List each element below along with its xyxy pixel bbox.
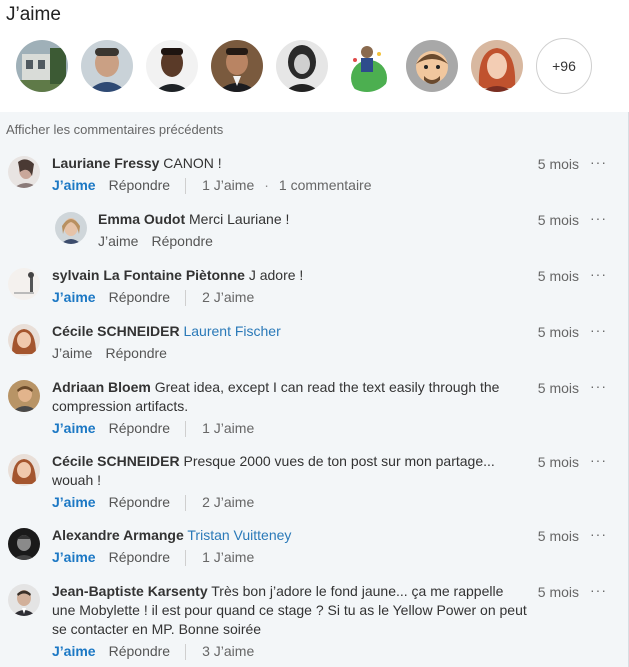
like-button[interactable]: J’aime <box>52 493 96 512</box>
like-count[interactable]: 2 J’aime <box>202 288 254 307</box>
comment-actions: J’aime Répondre 1 J’aime <box>52 548 522 567</box>
liker-avatar-3[interactable] <box>146 40 198 92</box>
comment-text: J adore ! <box>248 267 304 283</box>
comment-time: 5 mois <box>537 528 579 544</box>
like-button[interactable]: J’aime <box>52 548 96 567</box>
dot-separator: · <box>264 177 269 193</box>
comment-author[interactable]: Cécile SCHNEIDER <box>52 453 180 469</box>
more-options-icon[interactable]: ··· <box>590 210 607 226</box>
comment-actions: J’aime Répondre 3 J’aime <box>52 642 530 661</box>
comment-actions: J’aime Répondre 2 J’aime <box>52 493 530 512</box>
separator <box>185 643 187 660</box>
commenter-avatar[interactable] <box>8 380 40 412</box>
likers-avatar-row: +96 <box>16 38 592 94</box>
like-count[interactable]: 1 J’aime <box>202 176 254 195</box>
comment-actions: J’aime Répondre 2 J’aime <box>52 288 522 307</box>
liker-avatar-8[interactable] <box>471 40 523 92</box>
commenter-avatar[interactable] <box>8 156 40 188</box>
like-button[interactable]: J’aime <box>52 419 96 438</box>
more-options-icon[interactable]: ··· <box>590 452 607 468</box>
more-options-icon[interactable]: ··· <box>590 378 607 394</box>
reply-button[interactable]: Répondre <box>109 642 171 661</box>
like-button[interactable]: J’aime <box>52 344 92 363</box>
reply-button[interactable]: Répondre <box>109 419 171 438</box>
comment-content: sylvain La Fontaine Piètonne J adore ! J… <box>52 266 522 307</box>
comment-author[interactable]: Emma Oudot <box>98 211 185 227</box>
comment-time: 5 mois <box>537 324 579 340</box>
comment-text: Merci Lauriane ! <box>189 211 290 227</box>
liker-avatar-1[interactable] <box>16 40 68 92</box>
comment-author[interactable]: Adriaan Bloem <box>52 379 151 395</box>
like-button[interactable]: J’aime <box>98 232 138 251</box>
comment-time: 5 mois <box>537 380 579 396</box>
reply-button[interactable]: Répondre <box>109 288 171 307</box>
like-button[interactable]: J’aime <box>52 176 96 195</box>
more-options-icon[interactable]: ··· <box>590 266 607 282</box>
comment-actions: J’aime Répondre <box>52 344 522 363</box>
commenter-avatar[interactable] <box>8 454 40 486</box>
reply-button[interactable]: Répondre <box>109 176 171 195</box>
comment-content: Jean-Baptiste Karsenty Très bon j’adore … <box>52 582 530 661</box>
comments-panel: Afficher les commentaires précédents Lau… <box>0 112 629 667</box>
commenter-avatar[interactable] <box>8 584 40 616</box>
comment-actions: J’aime Répondre 1 J’aime · 1 commentaire <box>52 176 522 195</box>
commenter-avatar[interactable] <box>55 212 87 244</box>
comment-content: Adriaan Bloem Great idea, except I can r… <box>52 378 522 438</box>
comment-content: Cécile SCHNEIDER Laurent Fischer J’aime … <box>52 322 522 363</box>
reply-button[interactable]: Répondre <box>151 232 213 251</box>
comment-time: 5 mois <box>537 156 579 172</box>
commenter-avatar[interactable] <box>8 528 40 560</box>
liker-avatar-4[interactable] <box>211 40 263 92</box>
comment-content: Alexandre Armange Tristan Vuitteney J’ai… <box>52 526 522 567</box>
comment-actions: J’aime Répondre 1 J’aime <box>52 419 522 438</box>
liker-avatar-6[interactable] <box>341 40 393 92</box>
like-count[interactable]: 2 J’aime <box>202 493 254 512</box>
like-button[interactable]: J’aime <box>52 288 96 307</box>
separator <box>185 177 187 194</box>
mention-link[interactable]: Tristan Vuitteney <box>187 527 291 543</box>
comment-content: Lauriane Fressy CANON ! J’aime Répondre … <box>52 154 522 195</box>
like-count[interactable]: 3 J’aime <box>202 642 254 661</box>
liker-avatar-5[interactable] <box>276 40 328 92</box>
reply-button[interactable]: Répondre <box>109 548 171 567</box>
comment-time: 5 mois <box>537 584 579 600</box>
more-options-icon[interactable]: ··· <box>590 154 607 170</box>
separator <box>185 549 187 566</box>
more-options-icon[interactable]: ··· <box>590 322 607 338</box>
comment-author[interactable]: Alexandre Armange <box>52 527 184 543</box>
comment-content: Cécile SCHNEIDER Presque 2000 vues de to… <box>52 452 530 512</box>
reply-button[interactable]: Répondre <box>105 344 167 363</box>
more-likers-button[interactable]: +96 <box>536 38 592 94</box>
comment-time: 5 mois <box>537 212 579 228</box>
likes-title: J’aime <box>6 4 61 25</box>
liker-avatar-7[interactable] <box>406 40 458 92</box>
comment-time: 5 mois <box>537 268 579 284</box>
commenter-avatar[interactable] <box>8 268 40 300</box>
comment-time: 5 mois <box>537 454 579 470</box>
separator <box>185 420 187 437</box>
liker-avatar-2[interactable] <box>81 40 133 92</box>
like-count[interactable]: 1 J’aime <box>202 419 254 438</box>
more-options-icon[interactable]: ··· <box>590 582 607 598</box>
mention-link[interactable]: Laurent Fischer <box>183 323 280 339</box>
separator <box>185 289 187 306</box>
reply-button[interactable]: Répondre <box>109 493 171 512</box>
reply-count[interactable]: 1 commentaire <box>279 176 372 195</box>
comment-actions: J’aime Répondre <box>98 232 518 251</box>
comment-author[interactable]: Cécile SCHNEIDER <box>52 323 180 339</box>
comment-author[interactable]: Lauriane Fressy <box>52 155 159 171</box>
show-previous-comments-link[interactable]: Afficher les commentaires précédents <box>6 122 223 137</box>
like-button[interactable]: J’aime <box>52 642 96 661</box>
commenter-avatar[interactable] <box>8 324 40 356</box>
like-count[interactable]: 1 J’aime <box>202 548 254 567</box>
comment-content: Emma Oudot Merci Lauriane ! J’aime Répon… <box>98 210 518 251</box>
more-options-icon[interactable]: ··· <box>590 526 607 542</box>
likes-panel: J’aime +96 <box>0 0 629 112</box>
comment-author[interactable]: sylvain La Fontaine Piètonne <box>52 267 245 283</box>
comment-author[interactable]: Jean-Baptiste Karsenty <box>52 583 208 599</box>
separator <box>185 494 187 511</box>
comment-text: CANON ! <box>163 155 222 171</box>
